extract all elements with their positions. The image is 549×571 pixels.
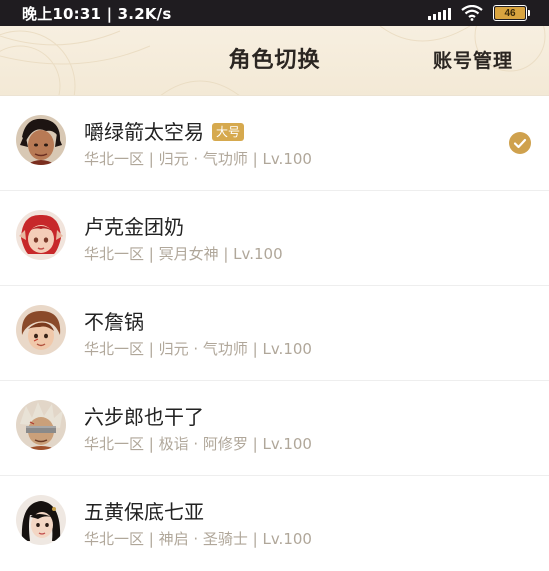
character-info: 华北一区 | 神启 · 圣骑士 | Lv.100 xyxy=(84,530,312,548)
character-name: 卢克金团奶 xyxy=(84,215,184,239)
character-list: 嚼绿箭太空易 大号 华北一区 | 归元 · 气功师 | Lv.100 卢克金团奶 … xyxy=(0,96,549,571)
avatar-blindfold-male-icon xyxy=(16,400,66,450)
character-name: 六步郎也干了 xyxy=(84,405,204,429)
avatar-black-hair-female-icon xyxy=(16,495,66,545)
character-name: 嚼绿箭太空易 大号 xyxy=(84,116,245,145)
character-row[interactable]: 卢克金团奶 华北一区 | 冥月女神 | Lv.100 xyxy=(0,191,549,286)
account-manage-button[interactable]: 账号管理 xyxy=(433,26,513,95)
wifi-icon xyxy=(461,5,483,21)
character-row[interactable]: 嚼绿箭太空易 大号 华北一区 | 归元 · 气功师 | Lv.100 xyxy=(0,96,549,191)
character-row[interactable]: 不詹锅 华北一区 | 归元 · 气功师 | Lv.100 xyxy=(0,286,549,381)
main-account-badge: 大号 xyxy=(212,123,245,141)
character-row[interactable]: 六步郎也干了 华北一区 | 极诣 · 阿修罗 | Lv.100 xyxy=(0,381,549,476)
character-info: 华北一区 | 归元 · 气功师 | Lv.100 xyxy=(84,340,312,358)
character-name: 不詹锅 xyxy=(84,310,144,334)
character-info: 华北一区 | 极诣 · 阿修罗 | Lv.100 xyxy=(84,435,312,453)
character-name: 五黄保底七亚 xyxy=(84,500,204,524)
selected-check-icon xyxy=(509,132,531,154)
signal-icon xyxy=(428,6,451,20)
battery-icon: 46 xyxy=(493,5,530,21)
avatar-dark-hair-male-icon xyxy=(16,115,66,165)
character-name-text: 嚼绿箭太空易 xyxy=(84,120,204,144)
page-header: 角色切换 账号管理 xyxy=(0,26,549,96)
battery-level: 46 xyxy=(495,7,525,19)
status-icons: 46 xyxy=(428,5,530,21)
avatar-brown-hair-female-icon xyxy=(16,305,66,355)
avatar-red-hair-female-icon xyxy=(16,210,66,260)
character-info: 华北一区 | 归元 · 气功师 | Lv.100 xyxy=(84,150,312,168)
character-row[interactable]: 五黄保底七亚 华北一区 | 神启 · 圣骑士 | Lv.100 xyxy=(0,476,549,571)
status-bar: 晚上10:31 | 3.2K/s 46 xyxy=(0,0,549,26)
status-time-speed: 晚上10:31 | 3.2K/s xyxy=(22,4,172,23)
character-info: 华北一区 | 冥月女神 | Lv.100 xyxy=(84,245,283,263)
